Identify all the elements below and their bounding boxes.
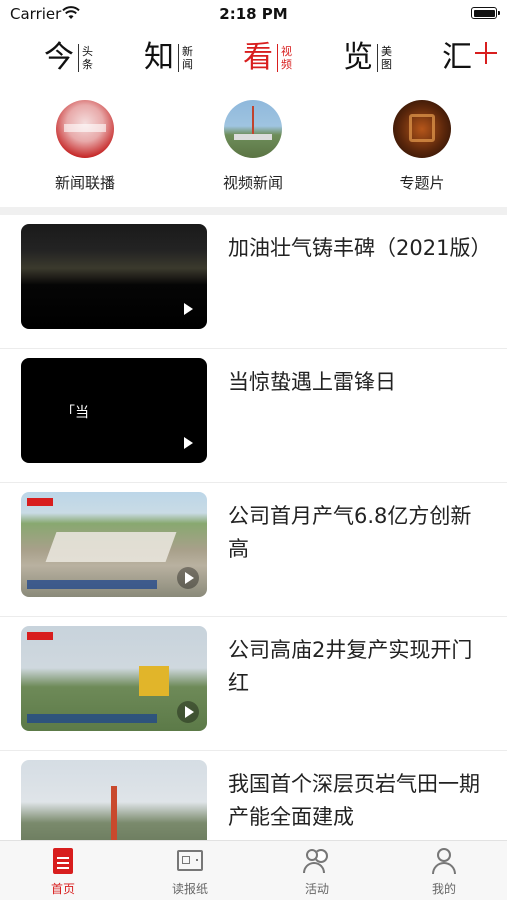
subcategory-news-broadcast[interactable]: 新闻联播 [25,100,145,193]
add-channel-button[interactable] [473,38,499,68]
video-list-item[interactable]: 公司高庙2井复产实现开门红 [0,617,507,751]
video-news-thumbnail [224,100,282,158]
channel-separator [78,44,79,72]
channel-subtitle: 美图 [381,45,392,71]
subcategory-label: 专题片 [399,174,445,192]
caption-bar [27,580,157,589]
special-feature-thumbnail [393,100,451,158]
play-icon [184,303,193,315]
channel-tab-news[interactable]: 知 新闻 [144,38,194,78]
tab-profile[interactable]: 我的 [381,847,507,897]
video-list: 加油壮气铸丰碑（2021版） 「当 当惊蛰遇上雷锋日 公司首月产气6.8亿方创新… [0,215,507,840]
play-icon [184,437,193,449]
subcategory-label: 新闻联播 [54,174,115,192]
channel-char: 看 [243,40,273,75]
channel-subtitle: 新闻 [182,45,193,71]
channel-char: 汇 [442,40,472,75]
channel-subtitle: 视频 [281,45,292,71]
video-title: 我国首个深层页岩气田一期产能全面建成 [228,772,480,829]
play-icon [177,567,199,589]
video-list-item[interactable]: 我国首个深层页岩气田一期产能全面建成 [0,751,507,840]
battery-icon [471,7,500,19]
channel-tab-video[interactable]: 看 视频 [243,38,293,78]
clock: 2:18 PM [219,5,288,23]
video-list-item[interactable]: 「当 当惊蛰遇上雷锋日 [0,349,507,483]
channel-tab-photos[interactable]: 览 美图 [343,38,393,78]
subcategory-special-feature[interactable]: 专题片 [362,100,482,193]
channel-subtitle: 头条 [82,45,93,71]
video-list-item[interactable]: 公司首月产气6.8亿方创新高 [0,483,507,617]
tab-label: 我的 [431,882,456,896]
tab-newspaper[interactable]: 读报纸 [127,847,253,897]
status-bar: Carrier 2:18 PM [0,0,507,30]
play-icon [177,701,199,723]
tab-label: 首页 [50,882,75,896]
channel-separator [277,44,278,72]
channel-bar: 今 头条 知 新闻 看 视频 览 美图 汇 [0,36,507,82]
video-title: 当惊蛰遇上雷锋日 [228,370,396,394]
tab-label: 活动 [304,882,329,896]
video-title: 加油壮气铸丰碑（2021版） [228,236,492,260]
tab-activity[interactable]: 活动 [254,847,380,897]
channel-char: 览 [343,40,373,75]
tab-home[interactable]: 首页 [0,847,126,897]
video-thumbnail [21,760,207,840]
video-list-item[interactable]: 加油壮气铸丰碑（2021版） [0,215,507,349]
channel-tab-headlines[interactable]: 今 头条 [44,38,94,78]
video-title: 公司首月产气6.8亿方创新高 [228,504,472,561]
subcategory-row: 新闻联播 视频新闻 专题片 [0,100,507,200]
channel-char: 知 [144,40,174,75]
channel-separator [178,44,179,72]
channel-logo-icon [27,498,53,506]
channel-logo-icon [27,632,53,640]
news-broadcast-thumbnail [56,100,114,158]
section-divider [0,207,507,215]
subcategory-label: 视频新闻 [222,174,283,192]
newspaper-icon [176,847,204,875]
profile-icon [430,847,458,875]
channel-tab-collection[interactable]: 汇 [442,38,472,78]
bottom-tab-bar: 首页 读报纸 活动 我的 [0,840,507,900]
video-title: 公司高庙2井复产实现开门红 [228,638,473,695]
channel-separator [377,44,378,72]
home-icon [49,847,77,875]
video-thumbnail [21,492,207,597]
subcategory-video-news[interactable]: 视频新闻 [193,100,313,193]
activity-icon [303,847,331,875]
video-thumbnail [21,626,207,731]
tab-label: 读报纸 [171,882,208,896]
channel-char: 今 [44,40,74,75]
thumbnail-overlay-text: 「当 [61,405,89,421]
video-thumbnail [21,224,207,329]
video-thumbnail: 「当 [21,358,207,463]
caption-bar [27,714,157,723]
